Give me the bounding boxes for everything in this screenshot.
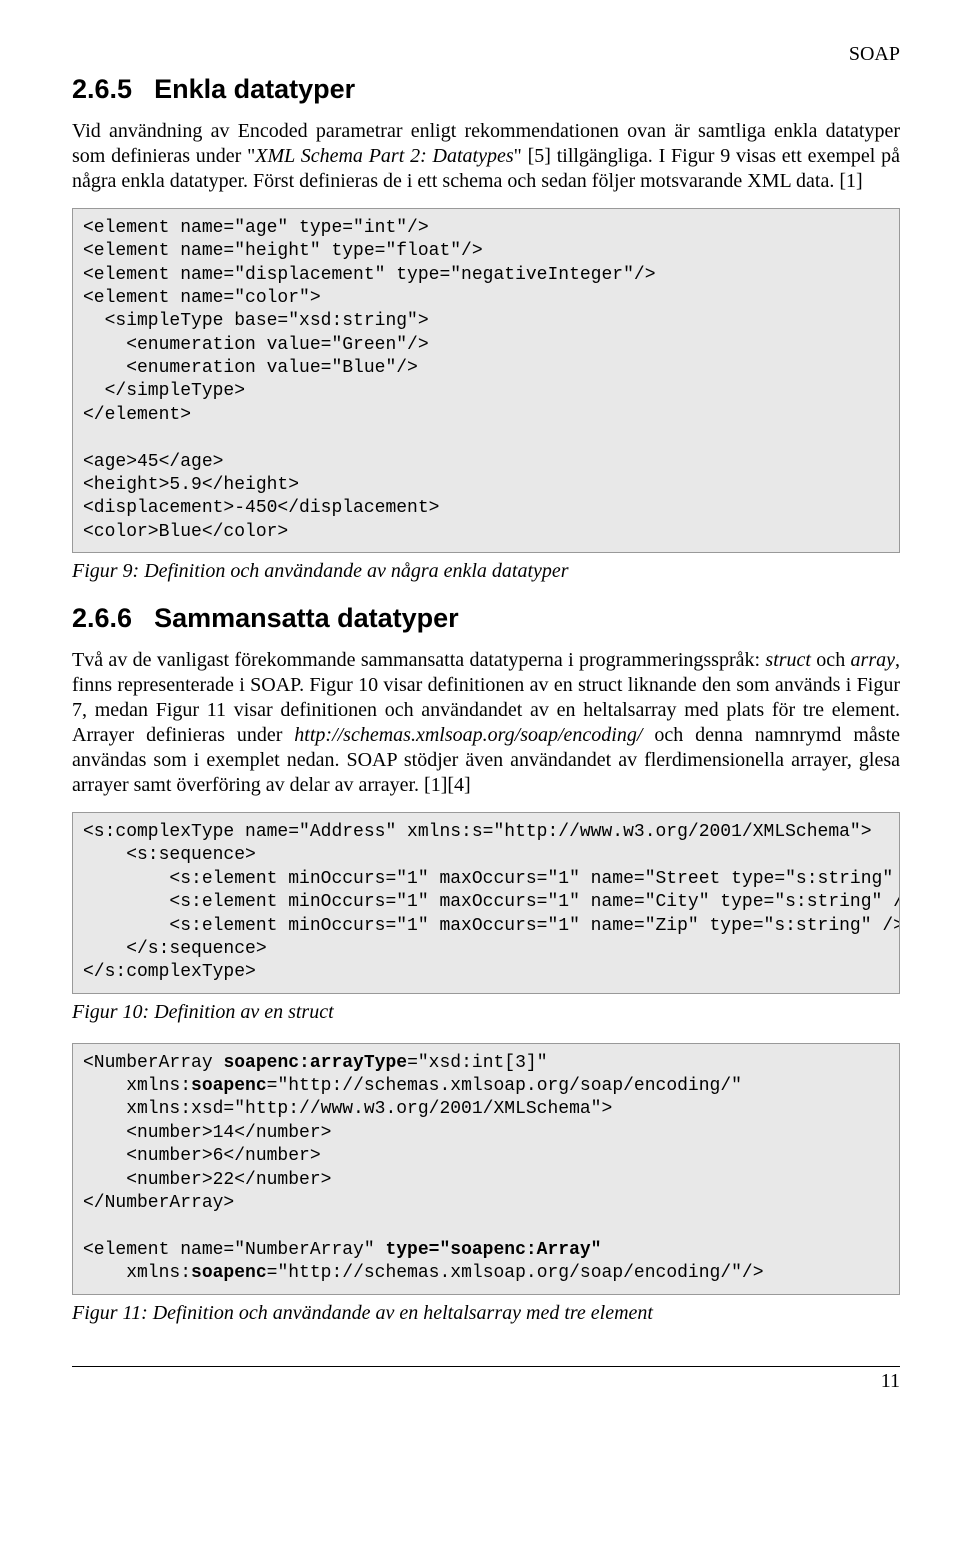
- code-line: <number>14</number>: [83, 1123, 331, 1143]
- code-line: ="http://schemas.xmlsoap.org/soap/encodi…: [267, 1076, 742, 1096]
- text-run: Två av de vanligast förekommande sammans…: [72, 649, 765, 671]
- code-line: </NumberArray>: [83, 1193, 234, 1213]
- section-heading-265: 2.6.5 Enkla datatyper: [72, 73, 900, 107]
- section-title: Sammansatta datatyper: [154, 603, 459, 633]
- code-figure-9: <element name="age" type="int"/> <elemen…: [72, 208, 900, 553]
- text-run: och: [811, 649, 851, 671]
- code-line: ="xsd:int[3]": [407, 1053, 547, 1073]
- code-line: xmlns:: [83, 1076, 191, 1096]
- code-bold: soapenc: [191, 1263, 267, 1283]
- page-number: 11: [72, 1369, 900, 1394]
- figure-9-caption: Figur 9: Definition och användande av nå…: [72, 559, 900, 584]
- section1-paragraph: Vid användning av Encoded parametrar enl…: [72, 119, 900, 194]
- footer-divider: [72, 1366, 900, 1367]
- section-number: 2.6.5: [72, 74, 132, 104]
- code-line: ="http://schemas.xmlsoap.org/soap/encodi…: [267, 1263, 764, 1283]
- code-figure-11: <NumberArray soapenc:arrayType="xsd:int[…: [72, 1043, 900, 1295]
- section-heading-266: 2.6.6 Sammansatta datatyper: [72, 602, 900, 636]
- code-line: xmlns:: [83, 1263, 191, 1283]
- code-line: <element name="NumberArray": [83, 1240, 385, 1260]
- code-figure-10: <s:complexType name="Address" xmlns:s="h…: [72, 812, 900, 994]
- code-line: <NumberArray: [83, 1053, 223, 1073]
- code-line: <number>22</number>: [83, 1170, 331, 1190]
- text-italic: struct: [765, 649, 811, 671]
- code-bold: type="soapenc:Array": [385, 1240, 601, 1260]
- text-italic: XML Schema Part 2: Datatypes: [255, 145, 513, 167]
- section2-paragraph: Två av de vanligast förekommande sammans…: [72, 648, 900, 798]
- section-title: Enkla datatyper: [154, 74, 355, 104]
- running-header: SOAP: [72, 42, 900, 67]
- text-italic: http://schemas.xmlsoap.org/soap/encoding…: [294, 724, 642, 746]
- figure-10-caption: Figur 10: Definition av en struct: [72, 1000, 900, 1025]
- code-line: <number>6</number>: [83, 1146, 321, 1166]
- text-italic: array: [851, 649, 895, 671]
- code-line: xmlns:xsd="http://www.w3.org/2001/XMLSch…: [83, 1099, 612, 1119]
- section-number: 2.6.6: [72, 603, 132, 633]
- figure-11-caption: Figur 11: Definition och användande av e…: [72, 1301, 900, 1326]
- code-bold: soapenc: [191, 1076, 267, 1096]
- code-bold: soapenc:arrayType: [223, 1053, 407, 1073]
